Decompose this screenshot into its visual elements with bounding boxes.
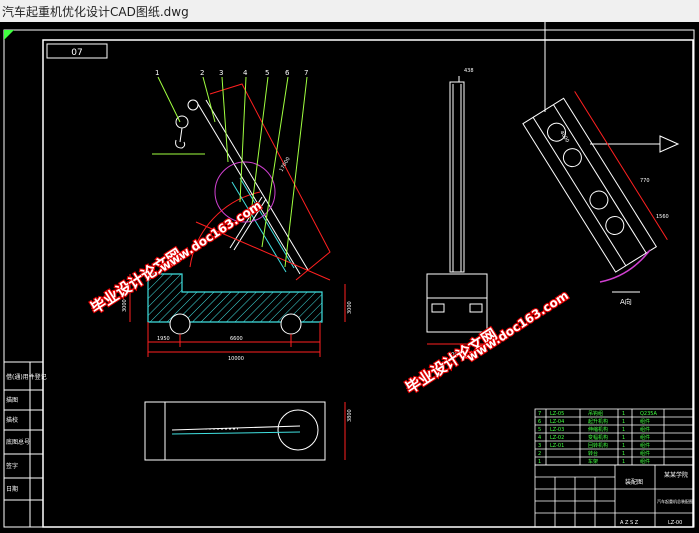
svg-text:组件: 组件 xyxy=(640,426,650,433)
dim-plan-right: 3800 xyxy=(347,409,353,422)
corner-tag: 07 xyxy=(46,43,108,59)
svg-text:4: 4 xyxy=(538,435,541,441)
parts-row: 6 LZ-04 起升机构 1 组件 xyxy=(538,418,650,425)
svg-text:LZ-04: LZ-04 xyxy=(550,419,564,425)
svg-text:组件: 组件 xyxy=(640,458,650,465)
front-view: 438 3000 xyxy=(426,68,488,358)
cad-drawing: 07 借(通)用件登记 描图 描校 底图总号 签字 日期 1950 6600 1… xyxy=(3,22,695,528)
register-label: 日期 xyxy=(6,485,18,493)
title-block-school: 装配图 xyxy=(625,478,643,486)
svg-text:组件: 组件 xyxy=(640,442,650,449)
svg-text:3: 3 xyxy=(538,443,541,449)
svg-text:车架: 车架 xyxy=(588,458,598,465)
svg-text:1: 1 xyxy=(622,443,625,449)
svg-text:7: 7 xyxy=(538,411,541,417)
svg-text:组件: 组件 xyxy=(640,450,650,457)
plan-view: 3800 xyxy=(144,401,353,461)
title-block-drawing-name: 汽车起重机总装配图 xyxy=(657,498,693,504)
svg-text:4: 4 xyxy=(243,69,248,77)
title-block-drawing-no: LZ-00 xyxy=(668,520,682,526)
register-label: 描校 xyxy=(6,416,18,424)
section-label: A向 xyxy=(620,297,632,306)
svg-text:回转机构: 回转机构 xyxy=(588,442,608,449)
hook xyxy=(175,99,199,149)
dim-side-boom: 17000 xyxy=(279,156,292,173)
dim-side-body-h: 3000 xyxy=(122,299,128,312)
cad-drawing-canvas[interactable]: 07 借(通)用件登记 描图 描校 底图总号 签字 日期 1950 6600 1… xyxy=(0,22,699,529)
parts-row: 5 LZ-03 伸缩机构 1 组件 xyxy=(538,426,650,433)
title-block-text: 装配图 某某学院 汽车起重机总装配图 LZ-00 A Z S Z xyxy=(620,471,693,526)
title-block-company: 某某学院 xyxy=(664,471,688,479)
svg-text:1: 1 xyxy=(622,459,625,465)
svg-text:5: 5 xyxy=(265,69,269,77)
svg-text:2: 2 xyxy=(538,451,541,457)
dim-detail-c: 1560 xyxy=(656,214,669,220)
dim-side-right-h: 3000 xyxy=(347,301,353,314)
svg-text:吊钩组: 吊钩组 xyxy=(588,410,603,417)
svg-text:6: 6 xyxy=(285,69,290,77)
svg-text:组件: 组件 xyxy=(640,434,650,441)
dim-detail-a: 4000 xyxy=(558,130,570,144)
front-wheel xyxy=(169,313,191,335)
register-label: 描图 xyxy=(6,396,18,404)
title-bar: 汽车起重机优化设计CAD图纸.dwg xyxy=(0,0,699,23)
rear-wheel xyxy=(280,313,302,335)
crane-boom xyxy=(197,99,309,275)
svg-text:3: 3 xyxy=(219,69,223,77)
svg-text:1: 1 xyxy=(622,427,625,433)
svg-text:伸缩机构: 伸缩机构 xyxy=(588,426,608,433)
register-label: 借(通)用件登记 xyxy=(6,373,47,381)
watermark-url: www.doc163.com xyxy=(157,198,264,274)
svg-text:2: 2 xyxy=(200,69,204,77)
parts-row: 7 LZ-05 吊钩组 1 Q235A xyxy=(538,410,657,417)
svg-text:6: 6 xyxy=(538,419,541,425)
register-label: 底图总号 xyxy=(6,438,30,446)
left-register-labels: 借(通)用件登记 描图 描校 底图总号 签字 日期 xyxy=(6,373,47,493)
svg-text:1: 1 xyxy=(155,69,159,77)
svg-text:LZ-01: LZ-01 xyxy=(550,443,564,449)
svg-text:起升机构: 起升机构 xyxy=(588,418,608,425)
dim-side-total: 10000 xyxy=(228,356,244,362)
svg-text:5: 5 xyxy=(538,427,541,433)
front-boom xyxy=(449,81,465,273)
parts-row: 3 LZ-01 回转机构 1 组件 xyxy=(538,442,650,449)
svg-text:变幅机构: 变幅机构 xyxy=(588,434,608,441)
dim-side-a: 1950 xyxy=(157,336,170,342)
parts-row: 4 LZ-02 变幅机构 1 组件 xyxy=(538,434,650,441)
register-label: 签字 xyxy=(6,462,18,470)
dim-front-top: 438 xyxy=(464,68,474,74)
svg-text:1: 1 xyxy=(622,435,625,441)
svg-text:7: 7 xyxy=(304,69,308,77)
watermark-cn: 毕业设计论文网 xyxy=(402,325,500,397)
watermark-url: www.doc163.com xyxy=(464,288,571,364)
parts-row: 2 转台 1 组件 xyxy=(538,450,650,457)
parts-row: 1 车架 1 组件 xyxy=(538,458,650,465)
front-cab xyxy=(426,273,488,333)
title-block-sheet: A Z S Z xyxy=(620,520,639,526)
svg-text:LZ-02: LZ-02 xyxy=(550,435,564,441)
svg-text:1: 1 xyxy=(538,459,541,465)
dim-detail-b: 770 xyxy=(640,178,650,184)
svg-text:1: 1 xyxy=(622,419,625,425)
svg-text:LZ-05: LZ-05 xyxy=(550,411,564,417)
svg-text:Q235A: Q235A xyxy=(640,411,657,417)
svg-text:1: 1 xyxy=(622,411,625,417)
svg-text:组件: 组件 xyxy=(640,418,650,425)
part-numbers: 1 2 3 4 5 6 7 xyxy=(155,69,308,77)
window-title: 汽车起重机优化设计CAD图纸.dwg xyxy=(2,5,189,19)
svg-text:1: 1 xyxy=(622,451,625,457)
dim-side-b: 6600 xyxy=(230,336,243,342)
svg-text:LZ-03: LZ-03 xyxy=(550,427,564,433)
detail-view: 4000 770 1560 A向 xyxy=(522,22,680,306)
svg-text:07: 07 xyxy=(71,48,82,58)
svg-text:转台: 转台 xyxy=(588,450,598,457)
